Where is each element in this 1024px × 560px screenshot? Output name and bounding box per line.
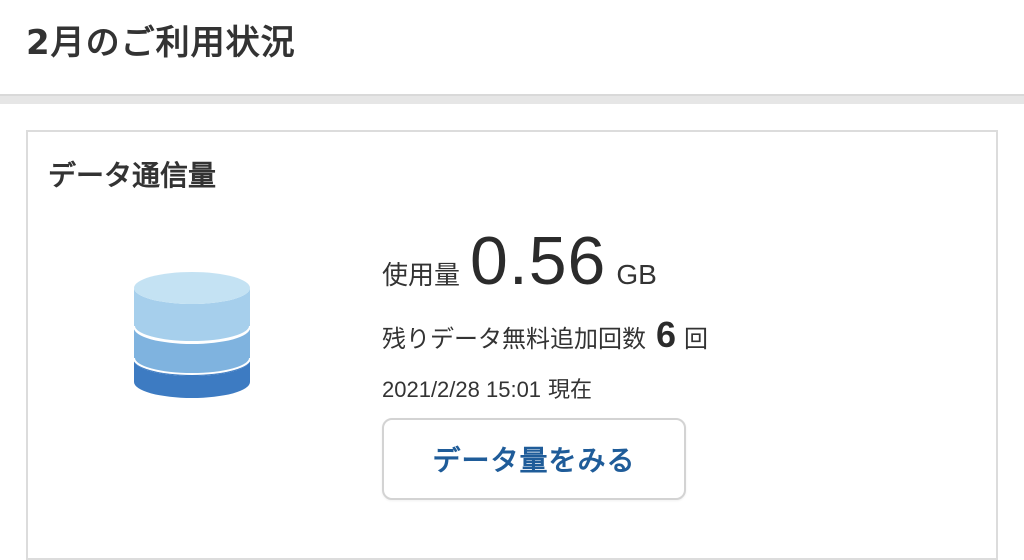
header-divider [0,94,1024,104]
usage-summary: 使用量 0.56 GB [382,222,657,302]
page-title: 2月のご利用状況 [26,23,296,63]
remaining-label: 残りデータ無料追加回数 [382,325,646,353]
card-title: データ通信量 [48,159,217,192]
view-data-usage-button-label: データ量をみる [432,444,636,477]
usage-value: 0.56 [470,223,607,299]
remaining-unit: 回 [684,325,709,353]
usage-unit: GB [616,259,657,290]
remaining-count: 6 [656,314,677,355]
page-header: 2月のご利用状況 [0,0,1024,94]
timestamp-value: 2021/2/28 15:01 [382,377,542,402]
remaining-free-additions: 残りデータ無料追加回数 6 回 [382,314,708,356]
view-data-usage-button[interactable]: データ量をみる [382,418,686,500]
as-of-timestamp: 2021/2/28 15:01 現在 [382,372,592,404]
database-icon [132,268,252,404]
usage-label: 使用量 [382,261,461,291]
timestamp-suffix: 現在 [548,378,593,403]
data-usage-card: データ通信量 使用量 0.56 GB 残りデータ無料追加回数 6 回 2021/… [26,130,998,560]
